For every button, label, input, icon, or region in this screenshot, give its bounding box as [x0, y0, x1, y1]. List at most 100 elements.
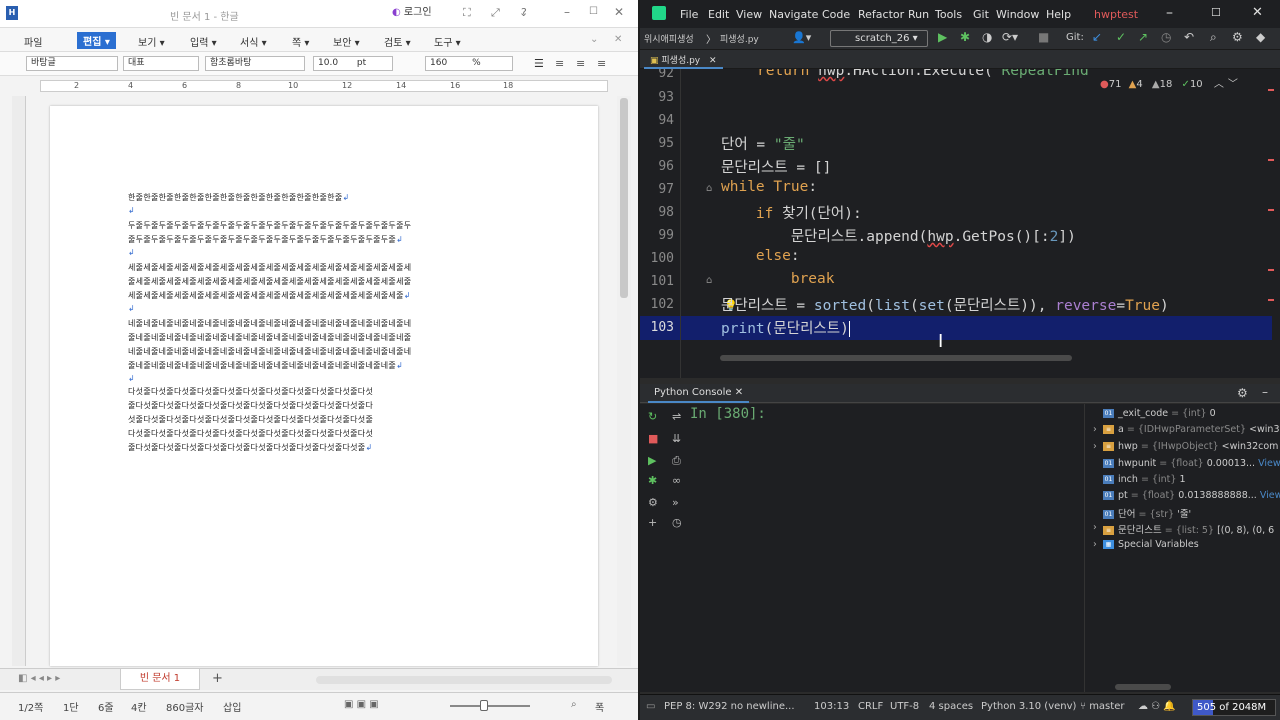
font-size-input[interactable]: 10.0 pt [313, 56, 393, 71]
doc-close-icon[interactable]: ✕ [614, 34, 622, 45]
ide-logo-icon[interactable]: ◆ [1256, 30, 1265, 44]
user-icon[interactable]: 👤▾ [792, 31, 811, 44]
add-tab-icon[interactable]: + [212, 671, 223, 686]
align-right-icon[interactable]: ≡ [597, 57, 606, 70]
menu-help[interactable]: Help [1046, 8, 1071, 21]
menu-page[interactable]: 쪽 ▾ [292, 34, 309, 49]
memory-indicator[interactable]: 505 of 2048M [1192, 699, 1276, 716]
vars-hscrollbar[interactable] [1115, 684, 1171, 690]
document-page[interactable]: 한줄한줄한줄한줄한줄한줄한줄한줄한줄한줄한줄한줄한줄한줄↲ ↲ 두줄두줄두줄두줄… [50, 106, 598, 666]
zoom-search-icon[interactable]: ⌕ [571, 699, 577, 710]
console-settings-icon[interactable]: ⚙ [1237, 386, 1248, 400]
menu-file[interactable]: File [680, 8, 698, 21]
variable-row[interactable]: 01 inch = {int} 1 [1103, 474, 1185, 485]
menu-tools[interactable]: Tools [935, 8, 962, 21]
rerun-icon[interactable]: ↻ [648, 410, 657, 423]
minimize-icon[interactable]: – [564, 5, 570, 19]
search-icon[interactable]: ⌕ [1210, 30, 1217, 45]
expand-icon[interactable]: › [1093, 424, 1097, 435]
tab-file[interactable]: ▣ 피생성.py ✕ [644, 50, 723, 69]
menu-view[interactable]: 보기 ▾ [138, 34, 165, 49]
variable-row[interactable]: 01 pt = {float} 0.0138888888... View [1103, 490, 1280, 501]
close-icon[interactable]: ✕ [1252, 5, 1263, 20]
minimize-icon[interactable]: – [1166, 5, 1173, 21]
menu-window[interactable]: Window [996, 8, 1039, 21]
menu-security[interactable]: 보안 ▾ [333, 34, 360, 49]
status-icons[interactable]: ☁ ⚇ 🔔 [1138, 701, 1176, 712]
font-select[interactable]: 함초롬바탕 [205, 56, 305, 71]
help-icon[interactable]: ? [521, 6, 527, 19]
status-pep8[interactable]: PEP 8: W292 no newline... [664, 701, 795, 712]
stop-console-icon[interactable]: ■ [648, 432, 658, 445]
file-breadcrumb[interactable]: 피생성.py [720, 32, 759, 45]
menu-run[interactable]: Run [908, 8, 929, 21]
editor-hscrollbar[interactable] [720, 355, 1072, 361]
status-line-sep[interactable]: CRLF [858, 701, 883, 712]
execute-icon[interactable]: ▶ [648, 454, 656, 467]
zoom-slider-thumb[interactable] [480, 700, 488, 711]
status-zoom-fit[interactable]: 폭 [595, 699, 604, 714]
profile-icon[interactable]: ⟳▾ [1002, 30, 1018, 44]
collapse-icon[interactable]: ⌄ [590, 34, 598, 45]
debug-console-icon[interactable]: ✱ [648, 474, 657, 487]
debug-icon[interactable]: ✱ [960, 30, 970, 44]
view-mode-icons[interactable]: ▣ ▣ ▣ [344, 699, 379, 710]
zoom-input[interactable]: 160 % [425, 56, 513, 71]
error-stripe[interactable] [1266, 69, 1276, 349]
console-options-icon[interactable]: ⚙ [648, 496, 658, 509]
zoom-slider[interactable] [450, 705, 530, 707]
restore-layout-icon[interactable]: ⤢ [491, 6, 500, 20]
fullscreen-icon[interactable]: ⛶ [463, 6, 471, 20]
run-icon[interactable]: ▶ [938, 30, 947, 44]
fold-icon[interactable]: ⌂ [706, 183, 712, 194]
close-icon[interactable]: ✕ [614, 5, 624, 19]
align-justify-icon[interactable]: ☰ [534, 57, 544, 70]
tab-nav-icon[interactable]: ◧ ◂ ◂ ▸ ▸ [18, 673, 60, 684]
stop-icon[interactable]: ■ [1038, 30, 1049, 44]
document-scrollbar[interactable] [617, 96, 631, 666]
new-console-icon[interactable]: + [648, 516, 657, 529]
variable-row[interactable]: 01 _exit_code = {int} 0 [1103, 408, 1216, 419]
align-center-icon[interactable]: ≡ [576, 57, 585, 70]
chevron-up-icon[interactable]: ︿ [1214, 79, 1224, 90]
style-select[interactable]: 바탕글 [26, 56, 118, 71]
variable-row[interactable]: 01 hwpunit = {float} 0.00013... View [1103, 458, 1280, 469]
fold-end-icon[interactable]: ⌂ [706, 275, 712, 286]
variable-row[interactable]: › ≡ hwp = {IHwpObject} <win32com [1093, 441, 1278, 452]
maximize-icon[interactable]: ☐ [1211, 6, 1221, 19]
scroll-end-icon[interactable]: ⇊ [672, 432, 681, 445]
variable-row[interactable]: › ≡ 문단리스트 = {list: 5} [(0, 8), (0, 6 [1093, 522, 1274, 536]
language-select[interactable]: 대표 [123, 56, 199, 71]
variable-row[interactable]: 01 단어 = {str} '줄' [1103, 506, 1191, 520]
menu-insert[interactable]: 입력 ▾ [190, 34, 217, 49]
chevron-down-icon[interactable]: ﹀ [1228, 79, 1238, 90]
expand-icon[interactable]: › [1093, 522, 1097, 533]
panel-toggle-icon[interactable]: ▭ [646, 701, 655, 712]
more-icon[interactable]: » [672, 496, 679, 509]
status-encoding[interactable]: UTF-8 [890, 701, 919, 712]
align-left-icon[interactable]: ≡ [555, 57, 564, 70]
tab-close-icon[interactable]: ✕ [709, 56, 717, 66]
tab-document-1[interactable]: 빈 문서 1 [120, 669, 200, 690]
expand-icon[interactable]: › [1093, 441, 1097, 452]
history-console-icon[interactable]: ◷ [672, 516, 682, 529]
git-commit-icon[interactable]: ✓ [1116, 30, 1126, 44]
variable-row[interactable]: › ≡ a = {IDHwpParameterSet} <win3 [1093, 424, 1280, 435]
horizontal-scrollbar[interactable] [316, 676, 612, 684]
menu-git[interactable]: Git [973, 8, 989, 21]
settings-icon[interactable]: ⚙ [1232, 30, 1243, 44]
status-insert-mode[interactable]: 삽입 [223, 699, 241, 714]
menu-navigate[interactable]: Navigate [769, 8, 818, 21]
menu-review[interactable]: 검토 ▾ [384, 34, 411, 49]
print-icon[interactable]: ⎙ [672, 454, 681, 468]
menu-file[interactable]: 파일 [24, 34, 42, 49]
menu-code[interactable]: Code [822, 8, 850, 21]
git-push-icon[interactable]: ↗ [1138, 30, 1148, 44]
scroll-thumb[interactable] [620, 98, 628, 298]
show-vars-icon[interactable]: ∞ [672, 474, 681, 487]
history-icon[interactable]: ◷ [1161, 30, 1171, 44]
rollback-icon[interactable]: ↶ [1184, 30, 1194, 44]
git-update-icon[interactable]: ↙ [1092, 30, 1102, 44]
menu-format[interactable]: 서식 ▾ [240, 34, 267, 49]
menu-tools[interactable]: 도구 ▾ [434, 34, 461, 49]
